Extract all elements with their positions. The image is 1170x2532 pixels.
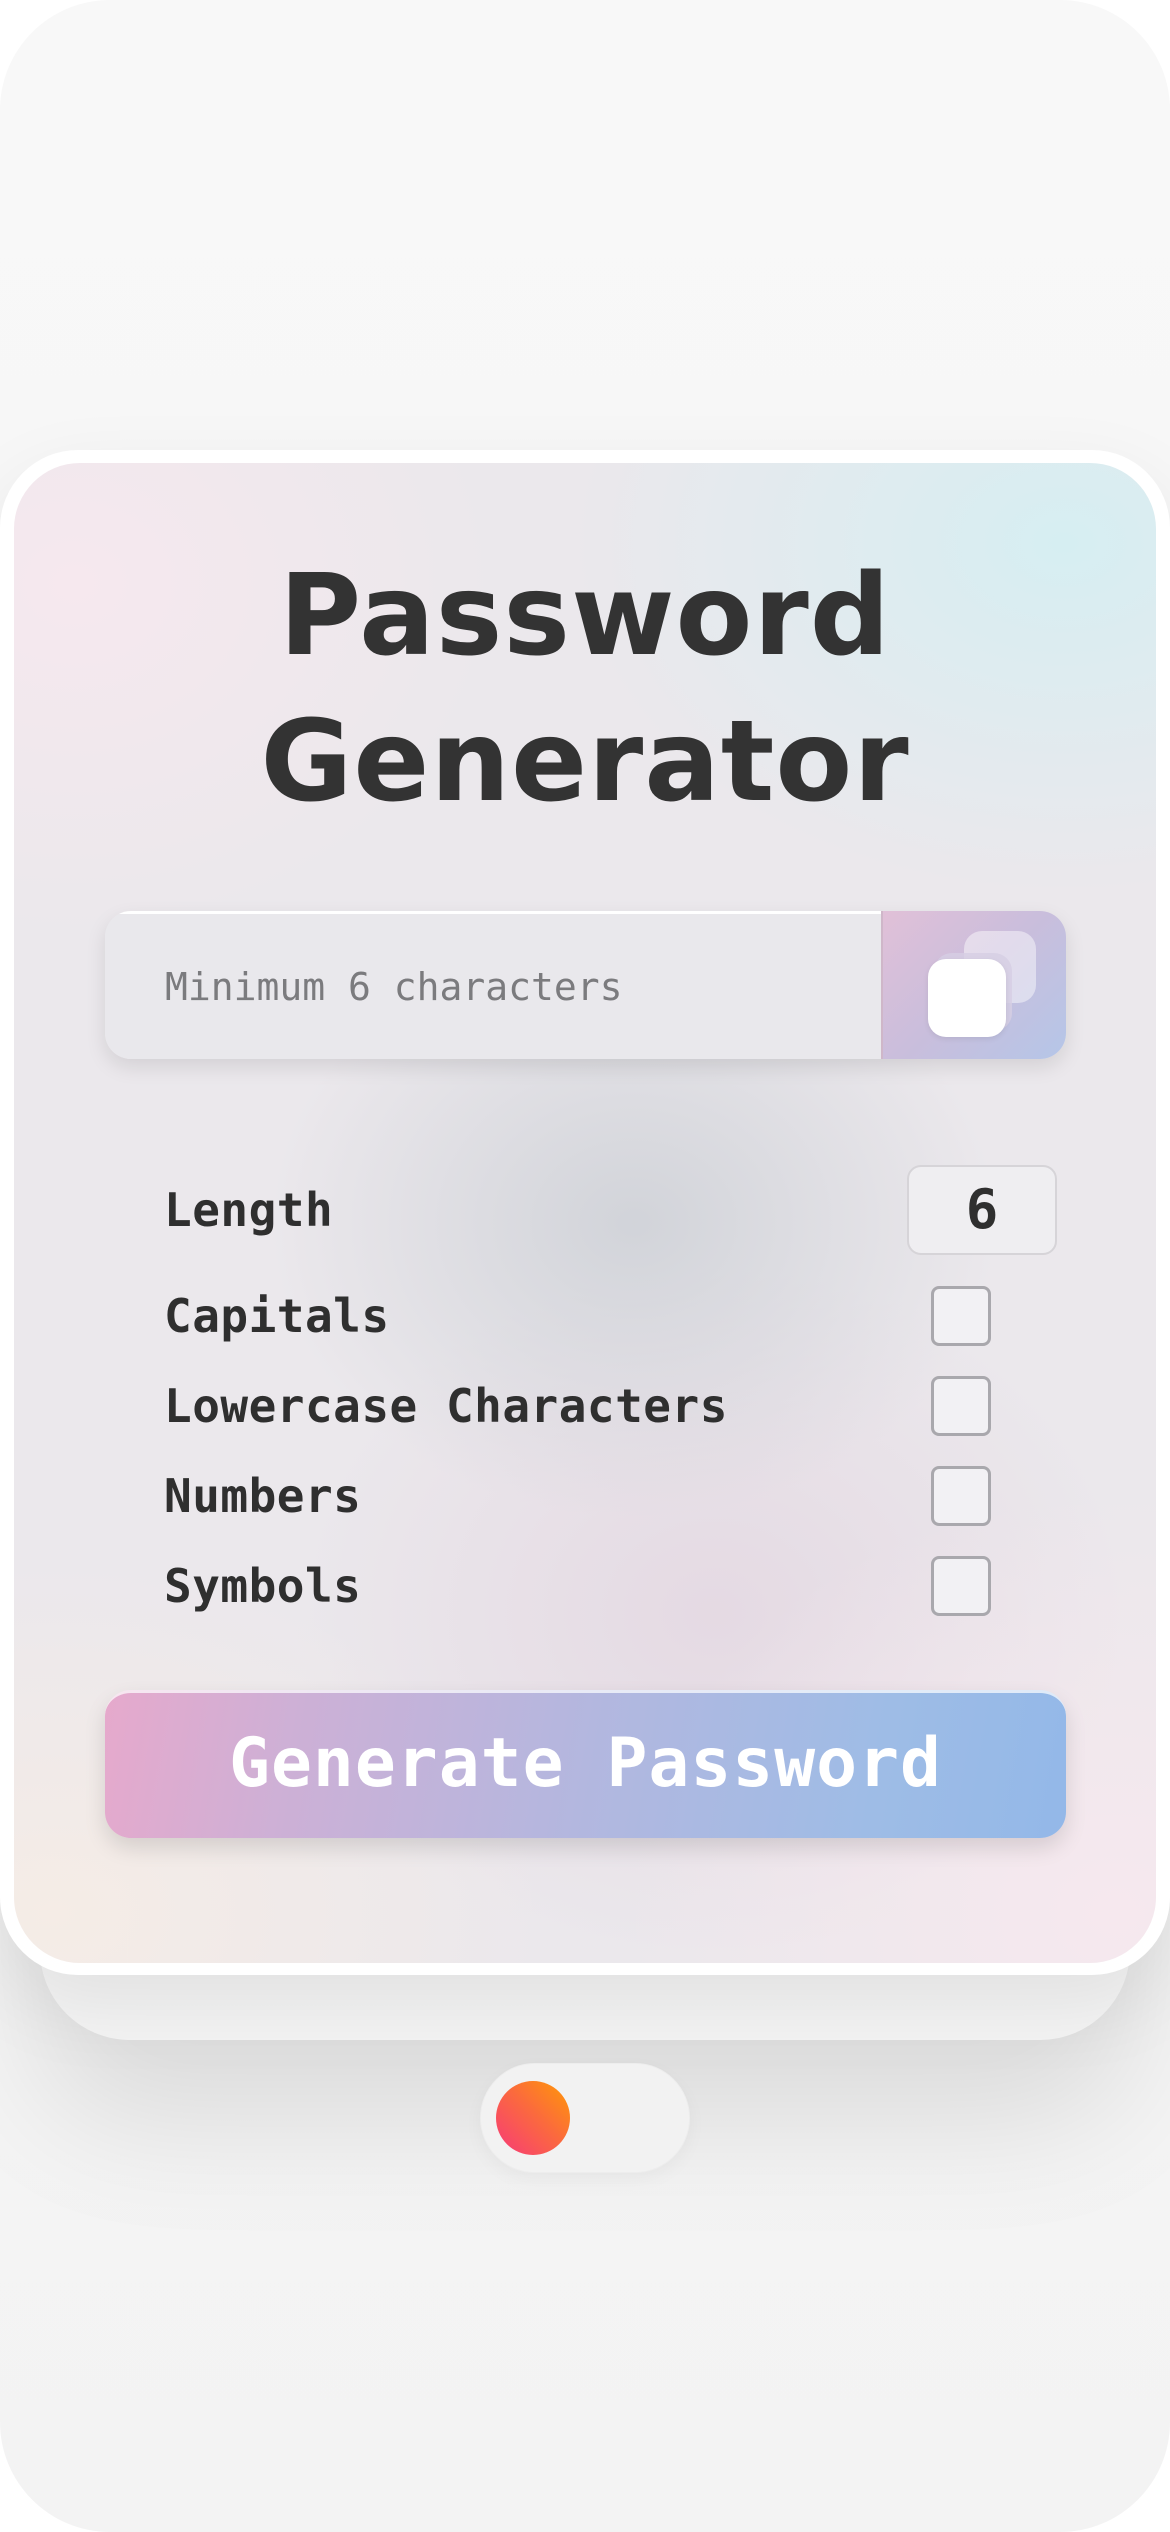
option-length: Length 6 [164, 1165, 1059, 1255]
option-lowercase: Lowercase Characters [164, 1361, 1059, 1451]
lowercase-label: Lowercase Characters [164, 1379, 728, 1433]
numbers-label: Numbers [164, 1469, 362, 1523]
page-title: Password Generator [14, 543, 1156, 835]
toggle-knob [496, 2081, 570, 2155]
option-capitals: Capitals [164, 1271, 1059, 1361]
option-numbers: Numbers [164, 1451, 1059, 1541]
numbers-checkbox[interactable] [931, 1466, 991, 1526]
capitals-label: Capitals [164, 1289, 390, 1343]
generator-card: Password Generator Length 6 Capitals [14, 463, 1156, 1963]
theme-toggle[interactable] [480, 2063, 690, 2173]
app-screen: Password Generator Length 6 Capitals [0, 0, 1170, 2532]
length-input[interactable]: 6 [907, 1165, 1057, 1255]
option-symbols: Symbols [164, 1541, 1059, 1631]
password-output-field[interactable] [105, 911, 881, 1059]
copy-button[interactable] [881, 911, 1066, 1059]
generate-password-button[interactable]: Generate Password [105, 1690, 1066, 1838]
title-line-2: Generator [260, 697, 910, 827]
symbols-label: Symbols [164, 1559, 362, 1613]
title-line-1: Password [279, 551, 891, 681]
copy-icon-front [928, 959, 1006, 1037]
length-label: Length [164, 1183, 334, 1237]
symbols-checkbox[interactable] [931, 1556, 991, 1616]
password-output-row [105, 911, 1066, 1059]
capitals-checkbox[interactable] [931, 1286, 991, 1346]
lowercase-checkbox[interactable] [931, 1376, 991, 1436]
copy-icon [928, 931, 1038, 1041]
